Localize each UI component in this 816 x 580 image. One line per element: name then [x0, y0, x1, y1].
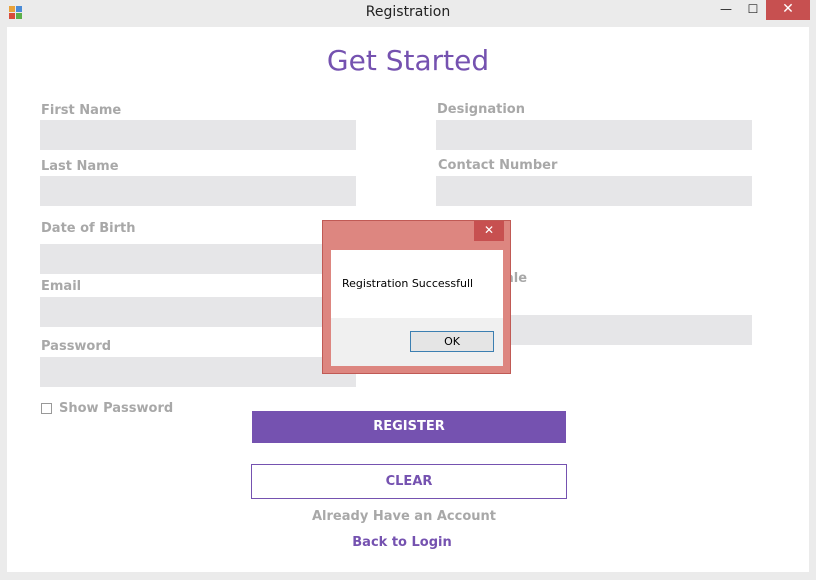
dialog-footer: OK	[331, 318, 503, 366]
title-bar: Registration — ☐ ✕	[0, 0, 816, 26]
password-label: Password	[41, 339, 112, 354]
maximize-button[interactable]: ☐	[740, 0, 766, 20]
dob-label: Date of Birth	[41, 221, 136, 236]
designation-field[interactable]	[436, 120, 752, 150]
contact-number-label: Contact Number	[438, 158, 558, 173]
email-label: Email	[41, 279, 82, 294]
designation-label: Designation	[437, 102, 525, 117]
last-name-field[interactable]	[40, 176, 356, 206]
ok-button[interactable]: OK	[410, 331, 494, 352]
close-button[interactable]: ✕	[766, 0, 810, 20]
account-prompt: Already Have an Account	[312, 509, 496, 524]
message-dialog: ✕ Registration Successfull OK	[322, 220, 511, 374]
dialog-body: Registration Successfull	[331, 250, 503, 318]
last-name-label: Last Name	[41, 159, 119, 174]
back-to-login-link[interactable]: Back to Login	[0, 535, 816, 550]
show-password-checkbox[interactable]	[41, 403, 52, 414]
register-button[interactable]: REGISTER	[252, 411, 566, 443]
email-field[interactable]	[40, 297, 356, 327]
window-title: Registration	[365, 4, 451, 20]
minimize-button[interactable]: —	[712, 0, 740, 20]
first-name-label: First Name	[41, 103, 122, 118]
page-title: Get Started	[326, 44, 490, 77]
dob-field[interactable]	[40, 244, 356, 274]
dialog-message: Registration Successfull	[342, 277, 474, 290]
clear-button[interactable]: CLEAR	[251, 464, 567, 499]
contact-number-field[interactable]	[436, 176, 752, 206]
show-password-label: Show Password	[59, 401, 174, 416]
password-field[interactable]	[40, 357, 356, 387]
first-name-field[interactable]	[40, 120, 356, 150]
dialog-close-button[interactable]: ✕	[474, 221, 504, 241]
